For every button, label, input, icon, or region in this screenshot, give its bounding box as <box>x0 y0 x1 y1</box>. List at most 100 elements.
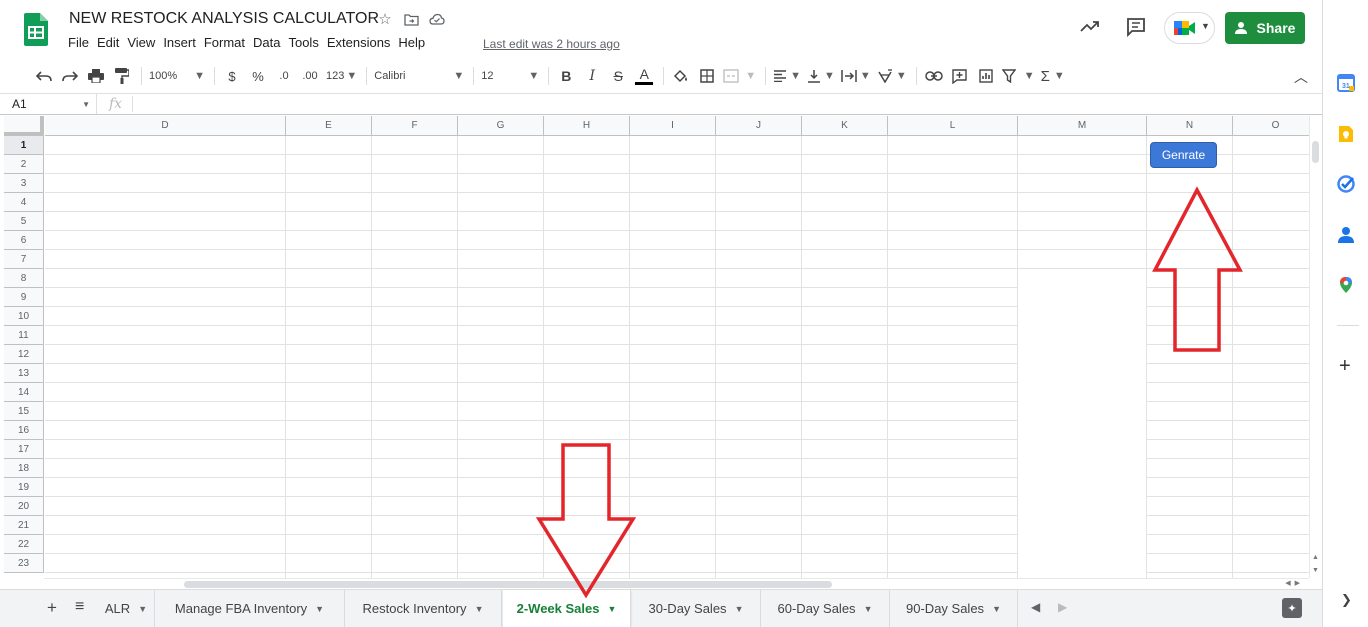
row-header[interactable]: 20 <box>4 497 44 516</box>
star-icon[interactable]: ☆ <box>376 10 394 28</box>
explore-icon[interactable]: ✦ <box>1282 598 1302 618</box>
zoom-select[interactable]: 100% ▼ <box>149 64 205 88</box>
sheet-tab-manage-fba-inventory[interactable]: Manage FBA Inventory ▼ <box>155 590 345 627</box>
menu-insert[interactable]: Insert <box>163 35 203 50</box>
font-family-select[interactable]: Calibri ▼ <box>374 64 464 88</box>
redo-icon[interactable] <box>60 64 80 88</box>
all-sheets-icon[interactable]: ≡ <box>75 598 84 616</box>
share-button[interactable]: Share <box>1225 12 1305 44</box>
sheets-logo-icon[interactable] <box>24 13 48 46</box>
column-header[interactable]: O <box>1233 116 1309 136</box>
currency-format-button[interactable]: $ <box>222 64 242 88</box>
row-header[interactable]: 5 <box>4 212 44 231</box>
genrate-button[interactable]: Genrate <box>1150 142 1217 168</box>
maps-icon[interactable] <box>1337 276 1355 294</box>
text-color-button[interactable]: A <box>634 64 654 88</box>
text-wrapping-icon[interactable]: ▼ <box>841 64 871 88</box>
functions-icon[interactable]: Σ ▼ <box>1041 64 1065 88</box>
font-size-select[interactable]: 12 ▼ <box>481 64 539 88</box>
collapse-toolbar-icon[interactable]: ︿ <box>1294 67 1308 87</box>
scroll-down-arrow-icon[interactable]: ▼ <box>1312 567 1319 574</box>
decrease-decimal-button[interactable]: .0 <box>274 64 294 88</box>
keep-icon[interactable] <box>1337 125 1355 143</box>
row-header[interactable]: 7 <box>4 250 44 269</box>
vertical-scrollbar[interactable]: ▲ ▼ <box>1309 116 1322 578</box>
insert-link-icon[interactable] <box>924 64 944 88</box>
row-header[interactable]: 10 <box>4 307 44 326</box>
row-header[interactable]: 12 <box>4 345 44 364</box>
column-header[interactable]: M <box>1018 116 1147 136</box>
spreadsheet-grid[interactable]: D E F G H I J K L M N O 1 2 3 4 5 6 7 8 9 10 11 12 13 14 15 16 17 18 1… <box>4 116 1309 578</box>
row-header[interactable]: 3 <box>4 174 44 193</box>
chevron-right-icon[interactable]: ❯ <box>1341 592 1352 608</box>
select-all-corner[interactable] <box>4 116 44 136</box>
cloud-status-icon[interactable] <box>428 10 446 28</box>
move-to-folder-icon[interactable] <box>402 10 420 28</box>
column-header[interactable]: K <box>802 116 888 136</box>
row-header[interactable]: 15 <box>4 402 44 421</box>
sheet-tab-60-day-sales[interactable]: 60-Day Sales ▼ <box>761 590 890 627</box>
sheet-tab-restock-inventory[interactable]: Restock Inventory ▼ <box>345 590 502 627</box>
google-meet-button[interactable]: ▼ <box>1164 12 1215 44</box>
merge-cells-icon[interactable]: ▼ <box>723 64 756 88</box>
insert-chart-icon[interactable] <box>976 64 996 88</box>
menu-edit[interactable]: Edit <box>97 35 126 50</box>
sheet-tab-alr[interactable]: ALR ▼ <box>98 590 155 627</box>
scroll-tabs-right-icon[interactable]: ▶ <box>1058 600 1067 614</box>
italic-button[interactable]: I <box>582 64 602 88</box>
tasks-icon[interactable] <box>1337 175 1355 193</box>
borders-icon[interactable] <box>697 64 717 88</box>
column-header[interactable]: L <box>888 116 1018 136</box>
row-header[interactable]: 23 <box>4 554 44 573</box>
menu-extensions[interactable]: Extensions <box>327 35 398 50</box>
menu-file[interactable]: File <box>68 35 96 50</box>
row-header[interactable]: 1 <box>4 136 44 155</box>
menu-tools[interactable]: Tools <box>288 35 325 50</box>
vertical-scroll-thumb[interactable] <box>1312 141 1319 163</box>
row-header[interactable]: 8 <box>4 269 44 288</box>
print-icon[interactable] <box>86 64 106 88</box>
column-header[interactable]: F <box>372 116 458 136</box>
menu-format[interactable]: Format <box>204 35 252 50</box>
menu-data[interactable]: Data <box>253 35 287 50</box>
add-sheet-icon[interactable]: + <box>47 598 57 618</box>
column-header[interactable]: N <box>1147 116 1233 136</box>
column-header[interactable]: D <box>45 116 286 136</box>
row-header[interactable]: 14 <box>4 383 44 402</box>
row-header[interactable]: 6 <box>4 231 44 250</box>
name-box[interactable]: A1 ▼ <box>0 94 97 114</box>
row-header[interactable]: 17 <box>4 440 44 459</box>
horizontal-align-icon[interactable]: ▼ <box>773 64 801 88</box>
menu-help[interactable]: Help <box>398 35 432 50</box>
row-header[interactable]: 21 <box>4 516 44 535</box>
get-add-ons-icon[interactable]: + <box>1339 355 1351 378</box>
sheet-tab-90-day-sales[interactable]: 90-Day Sales ▼ <box>890 590 1018 627</box>
scroll-tabs-left-icon[interactable]: ◀ <box>1031 600 1040 614</box>
strikethrough-button[interactable]: S <box>608 64 628 88</box>
insert-comment-icon[interactable] <box>950 64 970 88</box>
scroll-up-arrow-icon[interactable]: ▲ <box>1312 554 1319 561</box>
column-header[interactable]: E <box>286 116 372 136</box>
formula-input[interactable] <box>133 94 1322 114</box>
row-header[interactable]: 4 <box>4 193 44 212</box>
paint-format-icon[interactable] <box>112 64 132 88</box>
percent-format-button[interactable]: % <box>248 64 268 88</box>
document-title[interactable]: NEW RESTOCK ANALYSIS CALCULATOR <box>69 10 379 28</box>
row-header[interactable]: 2 <box>4 155 44 174</box>
contacts-icon[interactable] <box>1337 226 1355 244</box>
column-header[interactable]: J <box>716 116 802 136</box>
comment-icon[interactable] <box>1125 16 1147 38</box>
row-header[interactable]: 18 <box>4 459 44 478</box>
row-header[interactable]: 13 <box>4 364 44 383</box>
filter-icon[interactable]: ▼ <box>1001 64 1035 88</box>
undo-icon[interactable] <box>34 64 54 88</box>
scroll-left-right-arrows-icon[interactable]: ◀▶ <box>1285 579 1304 587</box>
fill-color-icon[interactable] <box>671 64 691 88</box>
row-header[interactable]: 19 <box>4 478 44 497</box>
text-rotation-icon[interactable]: ▼ <box>877 64 907 88</box>
row-header[interactable]: 22 <box>4 535 44 554</box>
calendar-icon[interactable]: 31 <box>1337 74 1355 92</box>
sheet-tab-2-week-sales[interactable]: 2-Week Sales ▼ <box>503 590 631 627</box>
last-edit-link[interactable]: Last edit was 2 hours ago <box>483 37 620 51</box>
horizontal-scroll-thumb[interactable] <box>184 581 832 588</box>
